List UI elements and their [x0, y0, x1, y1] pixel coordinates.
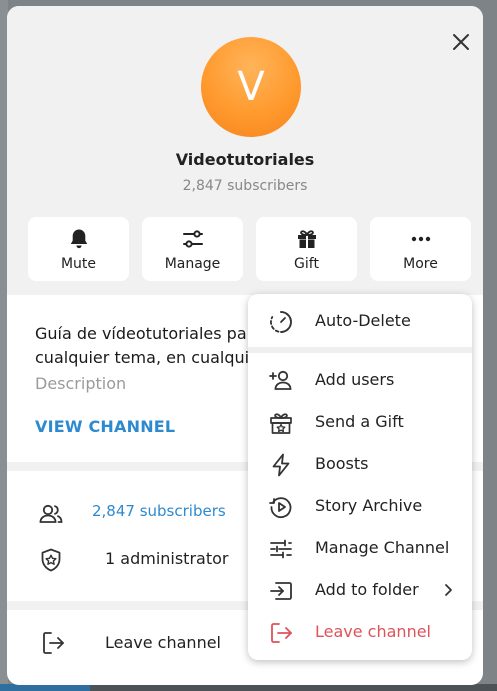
more-button[interactable]: More [370, 217, 471, 281]
more-dots-icon [409, 227, 433, 251]
menu-item-manage-channel[interactable]: Manage Channel [248, 529, 472, 567]
gift-button[interactable]: Gift [256, 217, 357, 281]
more-menu: Auto-Delete Add users Send a Gift Boosts… [248, 294, 472, 660]
subscriber-count: 2,847 subscribers [182, 178, 308, 194]
gift-star-icon [268, 410, 294, 436]
menu-item-label: Manage Channel [315, 538, 450, 557]
menu-item-add-to-folder[interactable]: Add to folder [248, 571, 472, 609]
administrators-count[interactable]: 1 administrator [105, 549, 228, 568]
story-archive-icon [268, 494, 294, 520]
sliders-icon [268, 536, 294, 562]
timer-icon [268, 309, 294, 335]
menu-item-add-users[interactable]: Add users [248, 361, 472, 399]
avatar-letter: V [237, 64, 265, 110]
menu-item-label: Add users [315, 370, 395, 389]
manage-button[interactable]: Manage [142, 217, 243, 281]
description-line: Guía de vídeotutoriales para [35, 324, 264, 343]
menu-item-leave-channel[interactable]: Leave channel [248, 613, 472, 651]
channel-description: Guía de vídeotutoriales para cualquier t… [35, 322, 266, 370]
gift-label: Gift [294, 256, 319, 272]
channel-name: Videotutoriales [175, 150, 315, 169]
description-line: cualquier tema, en cualquier [35, 348, 266, 367]
more-label: More [403, 256, 438, 272]
view-channel-button[interactable]: VIEW CHANNEL [35, 417, 175, 436]
menu-item-label: Send a Gift [315, 412, 404, 431]
menu-item-boosts[interactable]: Boosts [248, 445, 472, 483]
mute-label: Mute [60, 256, 97, 272]
sliders-icon [181, 227, 205, 251]
background-app-strip [0, 684, 90, 691]
menu-item-label: Boosts [315, 454, 369, 473]
leave-channel-button[interactable]: Leave channel [105, 633, 221, 652]
lightning-icon [268, 452, 294, 478]
manage-label: Manage [164, 256, 221, 272]
leave-icon [39, 629, 67, 657]
close-icon [453, 34, 469, 50]
chevron-right-icon [443, 581, 455, 599]
close-button[interactable] [447, 28, 475, 56]
menu-divider [248, 347, 472, 353]
channel-avatar: V [201, 37, 301, 137]
leave-icon [268, 620, 294, 646]
menu-item-label: Story Archive [315, 496, 423, 515]
mute-button[interactable]: Mute [28, 217, 129, 281]
gift-icon [295, 227, 319, 251]
menu-item-send-gift[interactable]: Send a Gift [248, 403, 472, 441]
menu-item-story-archive[interactable]: Story Archive [248, 487, 472, 525]
folder-add-icon [268, 578, 294, 604]
add-user-icon [268, 368, 294, 394]
menu-item-label: Leave channel [315, 622, 431, 641]
subscribers-link[interactable]: 2,847 subscribers [92, 502, 226, 520]
background-app-bottom [0, 684, 497, 691]
description-caption: Description [35, 374, 127, 393]
admin-shield-icon [37, 546, 65, 574]
menu-item-label: Add to folder [315, 580, 419, 599]
users-icon [37, 500, 65, 528]
menu-item-auto-delete[interactable]: Auto-Delete [248, 302, 472, 340]
bell-icon [67, 227, 91, 251]
menu-item-label: Auto-Delete [315, 311, 411, 330]
